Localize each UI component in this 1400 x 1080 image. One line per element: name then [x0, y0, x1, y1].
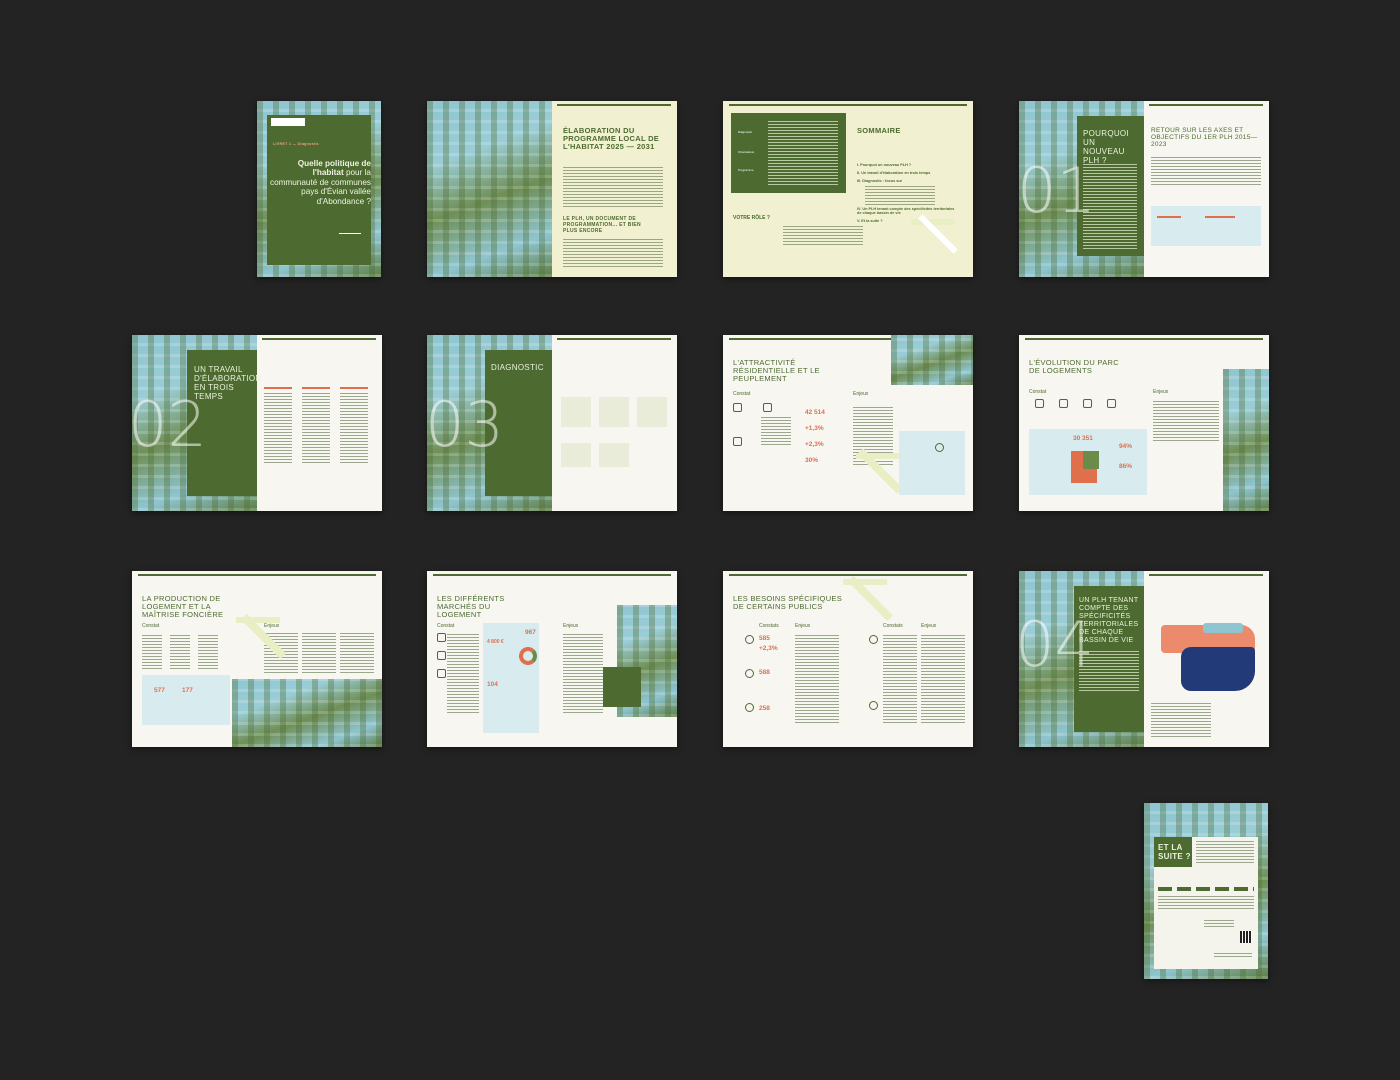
- population-icon: [733, 403, 742, 412]
- people-icon: [733, 437, 742, 446]
- constat-label: Constat: [733, 391, 751, 397]
- spread4-title: UN TRAVAIL D'ÉLABORATION EN TROIS TEMPS: [194, 365, 262, 401]
- cover-page[interactable]: LIVRET 1 — Diagnostic Quelle politique d…: [257, 101, 381, 277]
- elder-icon: [745, 669, 754, 678]
- portfolio-canvas: { "cover": { "livret": "LIVRET 1 — Diagn…: [0, 0, 1400, 1080]
- stat-residences: 94%: [1119, 443, 1133, 450]
- enjeux-label: Enjeux: [1153, 389, 1169, 395]
- house-icon: [763, 403, 772, 412]
- spread-parc-logements[interactable]: L'ÉVOLUTION DU PARC DE LOGEMENTS Constat…: [1019, 335, 1269, 511]
- spread-besoins[interactable]: LES BESOINS SPÉCIFIQUES DE CERTAINS PUBL…: [723, 571, 973, 747]
- caravan-icon: [869, 701, 878, 710]
- stat-parc-total: 30 351: [1073, 435, 1093, 442]
- sommaire-item-1[interactable]: I. Pourquoi un nouveau PLH ?: [857, 163, 911, 167]
- spread-attractivite[interactable]: L'ATTRACTIVITÉ RÉSIDENTIELLE ET LE PEUPL…: [723, 335, 973, 511]
- enjeux-label-2: Enjeux: [921, 623, 937, 629]
- arrow-decoration-icon: [228, 609, 288, 669]
- stat-seniors: 588: [759, 669, 770, 676]
- spread11-title: UN PLH TENANT COMPTE DES SPÉCIFICITÉS TE…: [1079, 597, 1139, 644]
- constats-label: Constats: [759, 623, 779, 629]
- sommaire-item-2[interactable]: II. Un travail d'élaboration en trois te…: [857, 171, 930, 175]
- mountain-logo-icon: [339, 222, 361, 234]
- constat-label: Constat: [142, 623, 160, 629]
- spread-elaboration[interactable]: ÉLABORATION DU PROGRAMME LOCAL DE L'HABI…: [427, 101, 677, 277]
- house-icon: [437, 633, 446, 642]
- tag-programme: Programme: [735, 167, 757, 173]
- section-number: 03: [427, 388, 504, 461]
- stat-handicap: 258: [759, 705, 770, 712]
- stat-migration: +2,3%: [805, 441, 824, 448]
- tag-orientations: Orientations: [735, 149, 758, 155]
- student-icon: [745, 635, 754, 644]
- spread1-title: ÉLABORATION DU PROGRAMME LOCAL DE L'HABI…: [563, 126, 660, 151]
- constat-label: Constat: [1029, 389, 1047, 395]
- spread7-title: L'ÉVOLUTION DU PARC DE LOGEMENTS: [1029, 358, 1119, 375]
- eye-icon: [935, 443, 944, 452]
- sommaire-item-3[interactable]: III. Diagnostic : focus sur: [857, 179, 902, 183]
- key-icon: [1107, 399, 1116, 408]
- qr-code-icon[interactable]: [1240, 931, 1252, 943]
- home-icon: [1083, 399, 1092, 408]
- spread-diagnostic[interactable]: 03 DIAGNOSTIC: [427, 335, 677, 511]
- spread8-title: LA PRODUCTION DE LOGEMENT ET LA MAÎTRISE…: [142, 594, 224, 619]
- donut-chart: [519, 647, 537, 665]
- arrow-decoration-icon: [835, 571, 895, 631]
- sommaire-item-5[interactable]: V. Et la suite ?: [857, 219, 883, 223]
- stat-population: 42 514: [805, 409, 825, 416]
- spread-bassins-de-vie[interactable]: 04 UN PLH TENANT COMPTE DES SPÉCIFICITÉS…: [1019, 571, 1269, 747]
- territory-map: [1153, 617, 1263, 697]
- key-icon: [437, 651, 446, 660]
- spread-elaboration-temps[interactable]: 02 UN TRAVAIL D'ÉLABORATION EN TROIS TEM…: [132, 335, 382, 511]
- spread-production[interactable]: LA PRODUCTION DE LOGEMENT ET LA MAÎTRISE…: [132, 571, 382, 747]
- worker-icon: [869, 635, 878, 644]
- wheelchair-icon: [745, 703, 754, 712]
- stat-growth: +1,3%: [805, 425, 824, 432]
- spread5-title: DIAGNOSTIC: [491, 363, 544, 372]
- constat-label: Constat: [437, 623, 455, 629]
- spread3-right-title: RETOUR SUR LES AXES ET OBJECTIFS DU 1ER …: [1151, 127, 1258, 148]
- enjeux-label: Enjeux: [795, 623, 811, 629]
- building-icon: [1059, 399, 1068, 408]
- final-page[interactable]: ET LA SUITE ?: [1144, 803, 1268, 979]
- spread-pourquoi[interactable]: 01 POURQUOI UN NOUVEAU PLH ? RETOUR SUR …: [1019, 101, 1269, 277]
- spread1-subtitle: LE PLH, UN DOCUMENT DE PROGRAMMATION... …: [563, 216, 641, 234]
- final-title: ET LA SUITE ?: [1158, 843, 1191, 861]
- stat-locatif: 104: [487, 681, 498, 688]
- tag-diagnostic: Diagnostic: [735, 129, 756, 135]
- building-icon: [437, 669, 446, 678]
- sommaire-title: SOMMAIRE: [857, 126, 901, 135]
- enjeux-label: Enjeux: [853, 391, 869, 397]
- stat-transactions: 967: [525, 629, 536, 636]
- spread10-title: LES BESOINS SPÉCIFIQUES DE CERTAINS PUBL…: [733, 594, 843, 611]
- cover-livret: LIVRET 1 — Diagnostic: [273, 142, 320, 146]
- stat-logements-produits: 577: [154, 687, 165, 694]
- spread6-title: L'ATTRACTIVITÉ RÉSIDENTIELLE ET LE PEUPL…: [733, 358, 820, 383]
- cover-title: Quelle politique de l'habitat pour la co…: [269, 159, 371, 206]
- spread9-title: LES DIFFÉRENTS MARCHÉS DU LOGEMENT: [437, 594, 505, 619]
- stat-share: 30%: [805, 457, 819, 464]
- stat-maisons: 86%: [1119, 463, 1133, 470]
- spread-sommaire[interactable]: Diagnostic Orientations Programme SOMMAI…: [723, 101, 973, 277]
- arrow-decoration-icon: [903, 211, 963, 271]
- role-heading: VOTRE RÔLE ?: [733, 215, 770, 221]
- stat-jeunes: 585: [759, 635, 770, 642]
- house-icon: [1035, 399, 1044, 408]
- stat-logements-sociaux: 177: [182, 687, 193, 694]
- logo: [271, 118, 305, 126]
- enjeux-label: Enjeux: [563, 623, 579, 629]
- spread3-left-title: POURQUOI UN NOUVEAU PLH ?: [1083, 129, 1129, 165]
- stat-seniors-croissance: +2,3%: [759, 645, 778, 652]
- section-number: 02: [132, 388, 207, 461]
- spread-marches[interactable]: LES DIFFÉRENTS MARCHÉS DU LOGEMENT Const…: [427, 571, 677, 747]
- stat-prix-m2: 4 800 €: [487, 639, 504, 645]
